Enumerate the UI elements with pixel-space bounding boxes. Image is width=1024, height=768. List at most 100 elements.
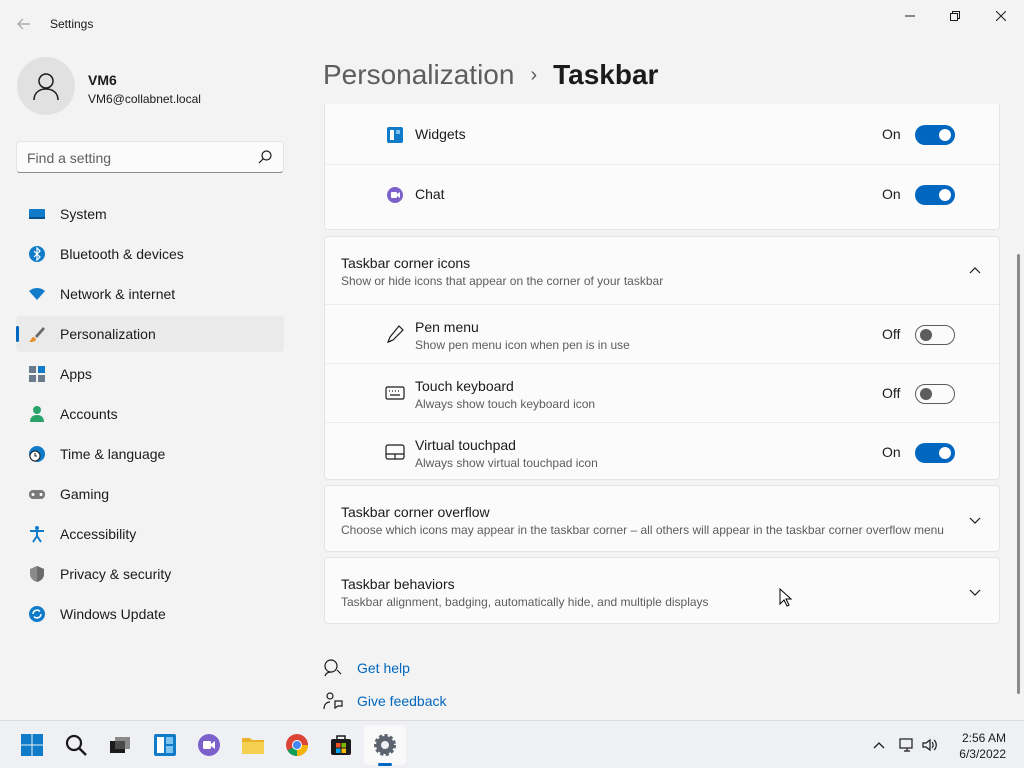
sidebar-item-accessibility[interactable]: Accessibility — [16, 516, 284, 552]
setting-title: Touch keyboard — [415, 378, 514, 394]
globe-clock-icon — [29, 446, 45, 462]
close-icon — [996, 11, 1006, 21]
title-bar: Settings — [0, 0, 1024, 48]
back-arrow-icon — [17, 18, 30, 30]
app-title: Settings — [50, 17, 94, 31]
setting-row-touch-keyboard: Touch keyboard Always show touch keyboar… — [325, 364, 999, 422]
virtual-touchpad-toggle[interactable] — [915, 443, 955, 463]
setting-description: Always show touch keyboard icon — [415, 397, 596, 411]
setting-row-pen-menu: Pen menu Show pen menu icon when pen is … — [325, 305, 999, 363]
minimize-icon — [905, 15, 915, 17]
clock-date[interactable]: 6/3/2022 — [940, 747, 1006, 761]
chat-icon — [387, 187, 403, 203]
chevron-down-icon[interactable] — [967, 512, 983, 528]
toggle-state-text: Off — [882, 326, 901, 342]
corner-icons-card: Taskbar corner icons Show or hide icons … — [324, 236, 1000, 480]
section-title: Taskbar corner icons — [341, 255, 471, 271]
network-icon[interactable] — [899, 737, 915, 753]
setting-row-chat: Chat On — [325, 165, 999, 224]
setting-description: Always show virtual touchpad icon — [415, 456, 598, 470]
chevron-down-icon[interactable] — [967, 584, 983, 600]
setting-title: Pen menu — [415, 319, 479, 335]
windows-taskbar: 2:56 AM 6/3/2022 — [0, 720, 1024, 768]
update-icon — [29, 606, 45, 622]
person-icon — [33, 73, 59, 101]
sidebar-item-system[interactable]: System — [16, 196, 284, 232]
setting-title: Virtual touchpad — [415, 437, 516, 453]
sidebar-item-apps[interactable]: Apps — [16, 356, 284, 392]
brush-icon — [29, 327, 45, 342]
pen-menu-toggle[interactable] — [915, 325, 955, 345]
widgets-icon[interactable] — [153, 733, 177, 757]
mouse-cursor-icon — [779, 588, 793, 607]
teams-chat-icon[interactable] — [197, 733, 221, 757]
volume-icon[interactable] — [922, 737, 938, 753]
settings-content[interactable]: Widgets On Chat On Taskbar corner icons … — [300, 104, 1016, 720]
sidebar-item-network[interactable]: Network & internet — [16, 276, 284, 312]
get-help-link[interactable]: Get help — [323, 658, 410, 678]
sidebar-item-time-language[interactable]: Time & language — [16, 436, 284, 472]
sidebar: VM6 VM6@collabnet.local Find a setting S… — [0, 48, 300, 720]
chevron-up-icon[interactable] — [871, 737, 887, 753]
toggle-state-text: On — [882, 126, 901, 142]
scrollbar[interactable] — [1017, 254, 1020, 694]
keyboard-icon — [385, 386, 405, 400]
settings-icon[interactable] — [373, 733, 397, 757]
touch-keyboard-toggle[interactable] — [915, 384, 955, 404]
search-icon — [258, 150, 272, 164]
toggle-state-text: On — [882, 444, 901, 460]
minimize-button[interactable] — [887, 0, 933, 32]
avatar[interactable] — [17, 57, 75, 115]
task-view-icon[interactable] — [108, 733, 132, 757]
user-name: VM6 — [88, 72, 117, 88]
toggle-state-text: On — [882, 186, 901, 202]
start-icon[interactable] — [20, 733, 44, 757]
sidebar-item-windows-update[interactable]: Windows Update — [16, 596, 284, 632]
chat-toggle[interactable] — [915, 185, 955, 205]
wifi-icon — [29, 288, 45, 300]
taskbar-behaviors-card[interactable]: Taskbar behaviors Taskbar alignment, bad… — [324, 557, 1000, 624]
widgets-icon — [387, 127, 403, 143]
shield-icon — [30, 566, 44, 582]
breadcrumb: Personalization › Taskbar — [323, 59, 658, 91]
sidebar-item-personalization[interactable]: Personalization — [16, 316, 284, 352]
pen-icon — [386, 325, 404, 344]
widgets-toggle[interactable] — [915, 125, 955, 145]
section-description: Show or hide icons that appear on the co… — [341, 274, 664, 288]
chevron-up-icon[interactable] — [967, 263, 983, 279]
clock-time[interactable]: 2:56 AM — [940, 731, 1006, 745]
corner-icons-header[interactable]: Taskbar corner icons Show or hide icons … — [325, 237, 999, 304]
breadcrumb-separator: › — [530, 63, 538, 86]
sidebar-item-bluetooth[interactable]: Bluetooth & devices — [16, 236, 284, 272]
toggle-state-text: Off — [882, 385, 901, 401]
active-app-indicator — [378, 763, 392, 766]
search-input[interactable]: Find a setting — [16, 141, 284, 173]
bluetooth-icon — [29, 246, 45, 262]
setting-title: Widgets — [415, 126, 466, 142]
page-title: Taskbar — [553, 59, 659, 90]
file-explorer-icon[interactable] — [241, 733, 265, 757]
chrome-icon[interactable] — [285, 733, 309, 757]
back-button[interactable] — [12, 12, 36, 36]
setting-row-widgets: Widgets On — [325, 105, 999, 164]
person-icon — [30, 406, 44, 422]
setting-title: Chat — [415, 186, 445, 202]
search-placeholder: Find a setting — [27, 150, 112, 166]
taskbar-items-card: Widgets On Chat On — [324, 104, 1000, 230]
section-title: Taskbar behaviors — [341, 576, 455, 592]
close-button[interactable] — [978, 0, 1024, 32]
breadcrumb-parent[interactable]: Personalization — [323, 59, 514, 91]
feedback-icon — [323, 692, 343, 710]
active-indicator — [16, 326, 19, 342]
sidebar-item-privacy[interactable]: Privacy & security — [16, 556, 284, 592]
maximize-button[interactable] — [932, 0, 978, 32]
corner-overflow-card[interactable]: Taskbar corner overflow Choose which ico… — [324, 485, 1000, 552]
help-icon — [324, 659, 342, 677]
sidebar-item-gaming[interactable]: Gaming — [16, 476, 284, 512]
sidebar-item-accounts[interactable]: Accounts — [16, 396, 284, 432]
give-feedback-link[interactable]: Give feedback — [323, 691, 447, 711]
search-icon[interactable] — [64, 733, 88, 757]
user-email: VM6@collabnet.local — [88, 92, 201, 106]
restore-icon — [950, 11, 960, 21]
store-icon[interactable] — [329, 733, 353, 757]
